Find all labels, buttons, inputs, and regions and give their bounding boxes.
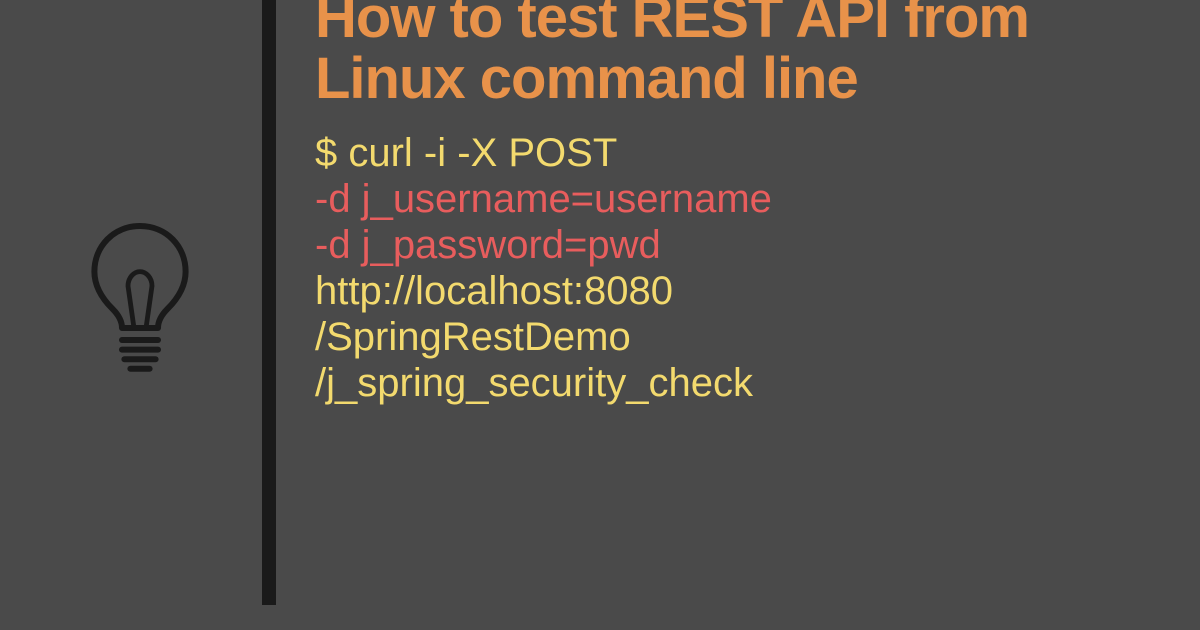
code-line-3: -d j_password=pwd [315, 222, 1165, 268]
code-line-4: http://localhost:8080 [315, 268, 1165, 314]
code-line-1: $ curl -i -X POST [315, 130, 1165, 176]
code-block: $ curl -i -X POST -d j_username=username… [315, 130, 1165, 406]
code-line-6: /j_spring_security_check [315, 360, 1165, 406]
code-line-2: -d j_username=username [315, 176, 1165, 222]
lightbulb-icon [80, 220, 200, 375]
content-area: How to test REST API from Linux command … [315, 0, 1165, 406]
page-title: How to test REST API from Linux command … [315, 0, 1165, 110]
code-line-5: /SpringRestDemo [315, 314, 1165, 360]
vertical-divider [262, 0, 276, 605]
